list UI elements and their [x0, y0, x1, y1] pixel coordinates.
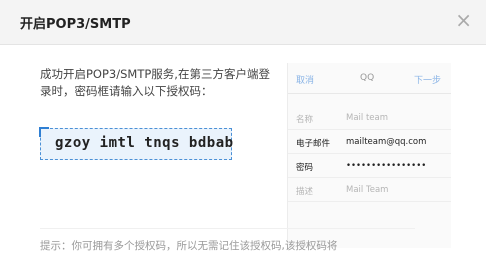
client-preview-header: 取消 QQ 下一步	[288, 63, 451, 94]
pop3-smtp-dialog: 开启POP3/SMTP × 成功开启POP3/SMTP服务,在第三方客户端登录时…	[0, 0, 486, 264]
preview-cancel-button: 取消	[296, 76, 315, 86]
success-message: 成功开启POP3/SMTP服务,在第三方客户端登录时，密码框请输入以下授权码：	[40, 67, 270, 98]
dialog-titlebar: 开启POP3/SMTP ×	[0, 0, 486, 45]
preview-row-value: ••••••••••••••••	[346, 161, 427, 171]
preview-row-name: 名称 Mail team	[288, 107, 451, 130]
hint-text: 提示：你可拥有多个授权码，所以无需记住该授权码,该授权码将	[40, 240, 338, 252]
preview-row-email: 电子邮件 mailteam@qq.com	[288, 131, 451, 154]
preview-row-label: 密码	[296, 163, 314, 173]
preview-row-description: 描述 Mail Team	[288, 179, 451, 202]
auth-code-box[interactable]: gzoy imtl tnqs bdbab	[39, 127, 234, 160]
preview-row-value: Mail team	[346, 113, 389, 123]
close-icon[interactable]: ×	[455, 10, 472, 30]
preview-row-label: 电子邮件	[296, 139, 331, 149]
client-preview-panel: 取消 QQ 下一步 名称 Mail team 电子邮件 mailteam@qq.…	[287, 63, 451, 248]
preview-row-label: 名称	[296, 115, 314, 125]
auth-code[interactable]: gzoy imtl tnqs bdbab	[55, 135, 234, 151]
divider	[40, 228, 415, 229]
preview-row-value: mailteam@qq.com	[346, 137, 427, 147]
preview-next-button: 下一步	[413, 76, 441, 86]
preview-title: QQ	[360, 73, 375, 83]
preview-row-value: Mail Team	[346, 185, 389, 195]
preview-row-label: 描述	[296, 187, 314, 197]
preview-row-password: 密码 ••••••••••••••••	[288, 155, 451, 178]
dialog-title: 开启POP3/SMTP	[20, 17, 131, 32]
